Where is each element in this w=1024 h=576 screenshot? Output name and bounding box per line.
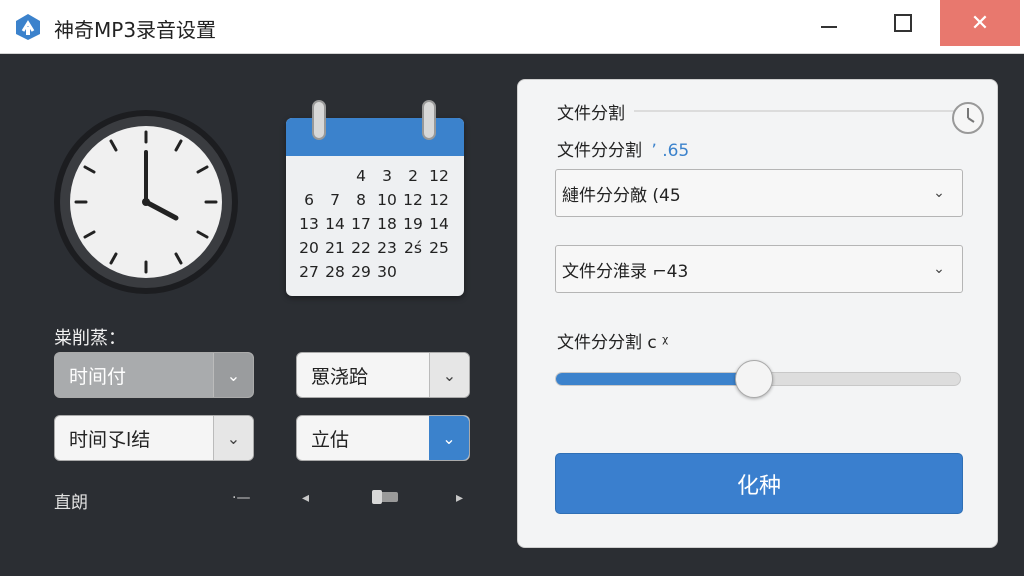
chevron-down-icon[interactable]: ⌄ <box>213 353 253 397</box>
chevron-down-icon[interactable]: ⌄ <box>429 353 469 397</box>
split-label-row: 文件分分割 ʼ .65 <box>557 136 689 161</box>
maximize-icon <box>894 14 912 32</box>
calendar-day: 14 <box>429 215 449 233</box>
chevron-down-icon[interactable]: ⌄ <box>916 185 962 201</box>
window-title: 神奇MP3录音设置 <box>54 18 217 42</box>
calendar-day <box>296 164 322 188</box>
calendar-day: 12 <box>429 167 449 185</box>
calendar-day: 19 <box>403 215 423 233</box>
calendar-day: 2 <box>408 167 418 185</box>
chevron-down-icon[interactable]: ⌄ <box>916 261 962 277</box>
apply-button[interactable]: 化种 <box>555 453 963 514</box>
app-logo-icon <box>16 14 40 40</box>
mini-slider-thumb[interactable] <box>372 490 382 504</box>
split-value: ʼ .65 <box>651 141 690 161</box>
calendar-day <box>400 260 426 284</box>
calendar-day: 28 <box>325 263 345 281</box>
chevron-down-icon[interactable]: ⌄ <box>213 416 253 460</box>
calendar-day: 4 <box>356 167 366 185</box>
time-dropdown-value: 时间付 <box>69 365 127 388</box>
calendar-day: 23 <box>377 239 397 257</box>
calendar-widget: 4 3 2 12 6 7 8 10 12 12 13 14 17 18 19 1… <box>286 100 464 296</box>
time-format-dropdown-value: 时间孓l结 <box>69 428 151 451</box>
calendar-day: 21 <box>325 239 345 257</box>
chevron-down-icon[interactable]: ⌄ <box>429 416 469 460</box>
calendar-day: 20 <box>299 239 319 257</box>
clock-icon[interactable] <box>950 100 986 136</box>
calendar-day: 3 <box>382 167 392 185</box>
maximize-button[interactable] <box>880 0 926 46</box>
calendar-grid: 4 3 2 12 6 7 8 10 12 12 13 14 17 18 19 1… <box>296 164 456 284</box>
calendar-day: 8 <box>356 191 366 209</box>
close-button[interactable]: ✕ <box>940 0 1020 46</box>
close-icon: ✕ <box>970 10 990 36</box>
position-dropdown[interactable]: 立估 ⌄ <box>296 415 470 461</box>
split-record-select[interactable]: 文件分淮录 ⌐43 ⌄ <box>555 245 963 293</box>
calendar-ring-icon <box>312 100 326 140</box>
clock-icon <box>54 110 238 294</box>
mini-slider[interactable] <box>372 490 398 504</box>
title-bar: 神奇MP3录音设置 ✕ <box>0 0 1024 54</box>
option-dropdown-value: 罳浇跲 <box>311 365 369 388</box>
calendar-day: 6 <box>304 191 314 209</box>
calendar-day: 18 <box>377 215 397 233</box>
calendar-day <box>426 260 452 284</box>
calendar-day: 12 <box>429 191 449 209</box>
previous-control[interactable]: ◂ <box>302 490 309 506</box>
header-divider <box>634 110 954 112</box>
calendar-day: 7 <box>330 191 340 209</box>
calendar-ring-icon <box>422 100 436 140</box>
calendar-day: 27 <box>299 263 319 281</box>
split-size-select[interactable]: 縺件分分敵 (45 ⌄ <box>555 169 963 217</box>
split-label: 文件分分割 <box>557 141 642 161</box>
calendar-day: 14 <box>325 215 345 233</box>
minimize-icon <box>821 26 837 28</box>
split-slider-fill <box>556 373 755 385</box>
minimize-button[interactable] <box>806 0 852 46</box>
panel-header: 文件分割 <box>557 104 625 124</box>
calendar-day: 29 <box>351 263 371 281</box>
next-control[interactable]: ▸ <box>456 490 463 506</box>
time-format-dropdown[interactable]: 时间孓l结 ⌄ <box>54 415 254 461</box>
calendar-day: 17 <box>351 215 371 233</box>
position-dropdown-value: 立估 <box>311 428 350 451</box>
section-label: 粜削蒸： <box>54 328 126 349</box>
option-dropdown[interactable]: 罳浇跲 ⌄ <box>296 352 470 398</box>
calendar-day: 12 <box>403 191 423 209</box>
split-size-select-value: 縺件分分敵 (45 <box>562 185 681 206</box>
calendar-day <box>322 164 348 188</box>
calendar-day: 13 <box>299 215 319 233</box>
calendar-day: 25 <box>429 239 449 257</box>
slider-label: 文件分分割 ᴄ ᵡ <box>557 333 669 353</box>
calendar-day: 30 <box>377 263 397 281</box>
split-slider-thumb[interactable] <box>734 360 773 398</box>
calendar-day: 22 <box>351 239 371 257</box>
bottom-label: 直朗 <box>54 493 88 513</box>
rewind-control[interactable]: ·— <box>232 490 250 506</box>
calendar-day: 10 <box>377 191 397 209</box>
calendar-day: 2ś <box>404 239 422 257</box>
split-record-select-value: 文件分淮录 ⌐43 <box>562 261 689 282</box>
time-dropdown[interactable]: 时间付 ⌄ <box>54 352 254 398</box>
